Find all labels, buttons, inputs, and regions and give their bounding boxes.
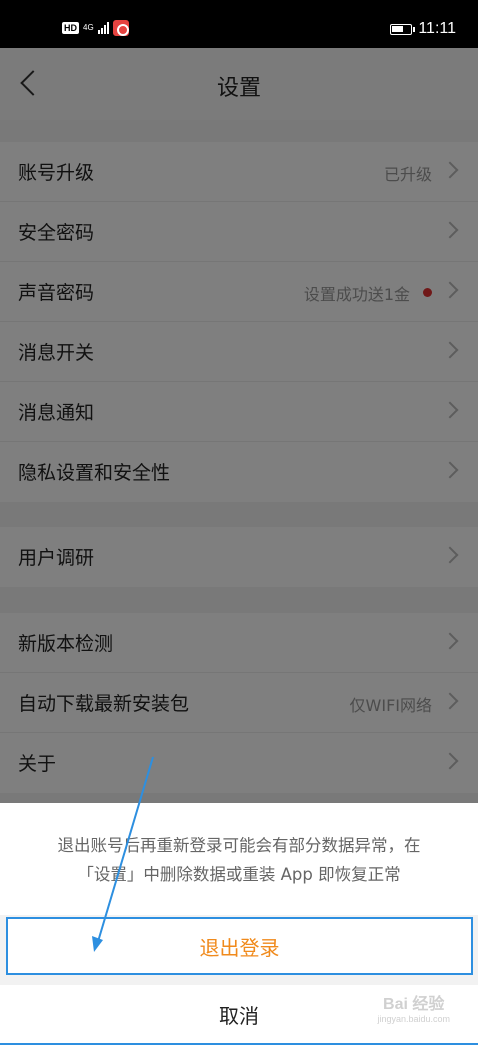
network-type: 4G [83,23,94,32]
app-notification-icon [112,20,129,36]
sheet-message: 退出账号后再重新登录可能会有部分数据异常，在 「设置」中删除数据或重装 App … [0,803,478,915]
logout-button[interactable]: 退出登录 [6,917,473,975]
hd-badge: HD [62,22,79,34]
status-right: 11:11 [390,20,456,38]
watermark-sub: jingyan.baidu.com [377,1014,450,1024]
sheet-message-line1: 退出账号后再重新登录可能会有部分数据异常，在 [57,836,421,855]
signal-icon [97,22,109,34]
watermark: Bai 经验 jingyan.baidu.com [377,990,450,1024]
clock: 11:11 [418,20,456,37]
status-left: HD 4G [62,20,129,36]
sheet-message-line2: 「设置」中删除数据或重装 App 即恢复正常 [77,865,401,884]
watermark-main: Bai 经验 [383,996,445,1013]
battery-icon [390,23,416,35]
status-bar: HD 4G 11:11 [0,0,478,48]
